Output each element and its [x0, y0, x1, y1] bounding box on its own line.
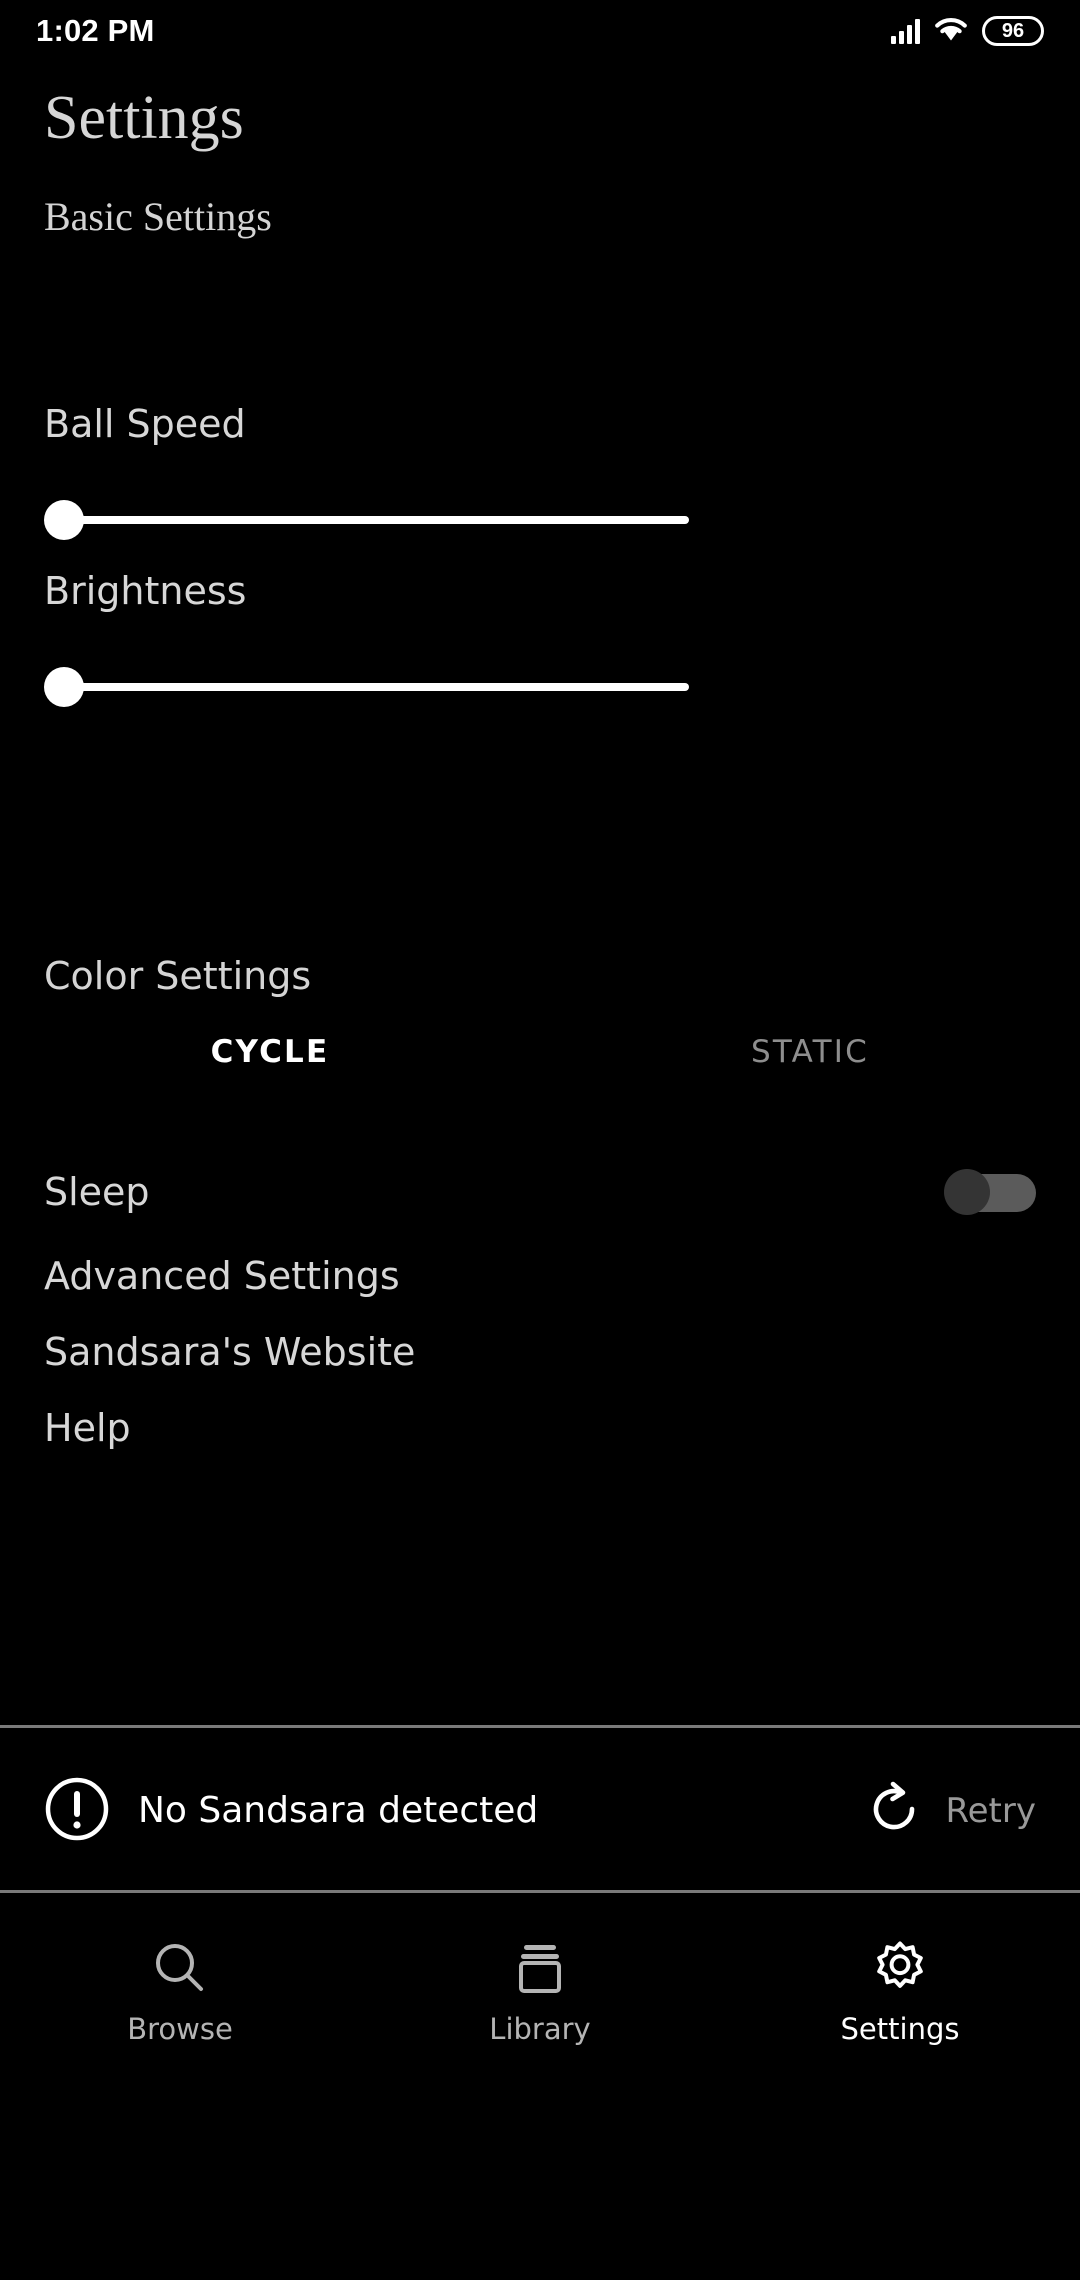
- gear-icon: [869, 1937, 931, 1999]
- wifi-icon: [934, 16, 968, 46]
- nav-item-library[interactable]: Library: [360, 1893, 720, 2078]
- library-icon: [509, 1937, 571, 1999]
- nav-item-browse[interactable]: Browse: [0, 1893, 360, 2078]
- status-bar-clock: 1:02 PM: [36, 13, 155, 48]
- settings-screen: 1:02 PM 96 Settings Basic Settings Ball …: [0, 0, 1080, 2280]
- ball-speed-label: Ball Speed: [44, 402, 246, 446]
- brightness-slider[interactable]: [44, 659, 704, 715]
- battery-indicator: 96: [982, 16, 1044, 46]
- connection-status-banner: No Sandsara detected Retry: [0, 1728, 1080, 1893]
- nav-label-browse: Browse: [127, 2012, 233, 2046]
- page-title: Settings: [44, 84, 244, 152]
- system-status-bar: 1:02 PM 96: [0, 0, 1080, 62]
- basic-settings-section-title: Basic Settings: [44, 194, 272, 239]
- battery-level-label: 96: [1001, 20, 1025, 42]
- brightness-slider-thumb[interactable]: [44, 667, 84, 707]
- tab-cycle[interactable]: CYCLE: [0, 1037, 540, 1068]
- search-icon: [149, 1937, 211, 1999]
- refresh-icon[interactable]: [868, 1779, 924, 1843]
- brightness-slider-track[interactable]: [62, 683, 689, 691]
- color-settings-section-title: Color Settings: [44, 954, 312, 998]
- status-bar-icons: 96: [891, 16, 1044, 46]
- connection-status-text: No Sandsara detected: [138, 1789, 539, 1831]
- nav-item-settings[interactable]: Settings: [720, 1893, 1080, 2078]
- sleep-toggle-thumb[interactable]: [944, 1169, 990, 1215]
- brightness-label: Brightness: [44, 569, 247, 613]
- nav-label-library: Library: [489, 2012, 591, 2046]
- sleep-toggle[interactable]: [944, 1169, 1036, 1215]
- menu-item-help[interactable]: Help: [44, 1409, 131, 1447]
- menu-item-sandsaras-website[interactable]: Sandsara's Website: [44, 1333, 415, 1371]
- settings-content: Settings Basic Settings Ball Speed Brigh…: [0, 62, 1080, 1725]
- alert-circle-icon: [44, 1776, 110, 1846]
- retry-label[interactable]: Retry: [946, 1794, 1036, 1828]
- ball-speed-slider-thumb[interactable]: [44, 500, 84, 540]
- sleep-label: Sleep: [44, 1170, 150, 1214]
- connection-status-group: No Sandsara detected: [44, 1776, 538, 1846]
- cellular-signal-icon: [891, 18, 920, 44]
- sleep-row[interactable]: Sleep: [0, 1147, 1080, 1237]
- retry-button[interactable]: Retry: [868, 1779, 1036, 1843]
- tab-static[interactable]: STATIC: [540, 1037, 1080, 1068]
- ball-speed-slider-track[interactable]: [62, 516, 689, 524]
- color-mode-tabs: CYCLE STATIC: [0, 1037, 1080, 1068]
- nav-label-settings: Settings: [840, 2012, 960, 2046]
- ball-speed-slider[interactable]: [44, 492, 704, 548]
- bottom-navigation-bar: Browse Library Settings: [0, 1893, 1080, 2078]
- menu-item-advanced-settings[interactable]: Advanced Settings: [44, 1257, 400, 1295]
